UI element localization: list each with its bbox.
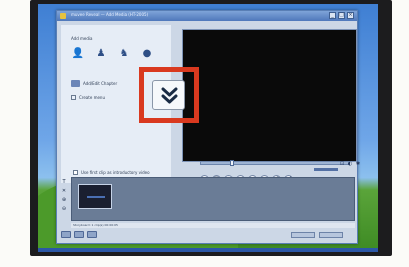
add-photos-icon: 👤 bbox=[71, 48, 85, 59]
close-button[interactable]: × bbox=[347, 12, 354, 19]
next-button[interactable] bbox=[319, 232, 343, 238]
status-text: Storyboard: 1 clip(s) 00:00:05 bbox=[73, 223, 118, 227]
settings-icon[interactable]: ✱ bbox=[355, 161, 361, 167]
status-bar: Storyboard: 1 clip(s) 00:00:05 bbox=[71, 223, 355, 228]
bottom-right-buttons bbox=[291, 232, 343, 238]
zoom-out-icon[interactable]: ⊖ bbox=[62, 206, 66, 212]
seek-bar[interactable] bbox=[200, 160, 350, 166]
window-controls: _ □ × bbox=[329, 12, 354, 19]
minimize-button[interactable]: _ bbox=[329, 12, 336, 19]
save-project-button[interactable] bbox=[74, 231, 84, 238]
window-title: muvee Reveal — Add Media (HT-2005) bbox=[71, 12, 149, 17]
desktop-background: muvee Reveal — Add Media (HT-2005) _ □ ×… bbox=[38, 4, 378, 252]
create-menu-label: Create menu bbox=[79, 95, 105, 100]
help-button[interactable] bbox=[61, 231, 71, 238]
create-menu-checkbox[interactable] bbox=[71, 95, 76, 100]
clip-thumbnail[interactable] bbox=[78, 184, 112, 209]
add-video-button[interactable]: ♟ bbox=[94, 47, 108, 61]
maximize-button[interactable]: □ bbox=[338, 12, 345, 19]
expand-menu-button[interactable] bbox=[152, 80, 185, 110]
intro-clip-checkbox[interactable] bbox=[73, 170, 78, 175]
add-photos-button[interactable]: 👤 bbox=[71, 47, 85, 61]
text-tool-icon[interactable]: T bbox=[62, 179, 65, 185]
add-video-icon: ♟ bbox=[96, 48, 106, 59]
intro-clip-label: Use first clip as introductory video bbox=[81, 170, 150, 175]
snapshot-icon[interactable]: ◐ bbox=[347, 161, 353, 167]
add-music-icon: ♞ bbox=[119, 48, 129, 59]
title-bar[interactable]: muvee Reveal — Add Media (HT-2005) _ □ × bbox=[57, 11, 357, 21]
fullscreen-icon[interactable]: ⊡ bbox=[339, 161, 345, 167]
video-preview[interactable] bbox=[182, 29, 357, 162]
timeline-tools: T ✕ ⊕ ⊖ bbox=[59, 179, 69, 223]
double-chevron-down-icon bbox=[161, 87, 178, 104]
seek-handle[interactable] bbox=[230, 160, 234, 166]
zoom-in-icon[interactable]: ⊕ bbox=[62, 197, 66, 203]
add-media-label: Add media bbox=[71, 36, 93, 41]
delete-icon[interactable]: ✕ bbox=[62, 188, 66, 194]
app-window: muvee Reveal — Add Media (HT-2005) _ □ ×… bbox=[56, 10, 361, 244]
burn-button[interactable] bbox=[87, 231, 97, 238]
volume-slider[interactable] bbox=[314, 168, 338, 171]
chapter-icon[interactable] bbox=[71, 80, 80, 87]
taskbar bbox=[38, 248, 378, 252]
app-icon bbox=[60, 13, 66, 19]
add-web-icon: ● bbox=[142, 48, 152, 59]
back-button[interactable] bbox=[291, 232, 315, 238]
preview-options: ⊡ ◐ ✱ bbox=[339, 161, 361, 167]
storyboard-timeline[interactable] bbox=[71, 177, 355, 221]
bottom-left-buttons bbox=[61, 231, 97, 238]
add-edit-chapter-label[interactable]: Add/Edit Chapter bbox=[83, 81, 117, 86]
add-web-button[interactable]: ● bbox=[140, 47, 154, 61]
add-music-button[interactable]: ♞ bbox=[117, 47, 131, 61]
